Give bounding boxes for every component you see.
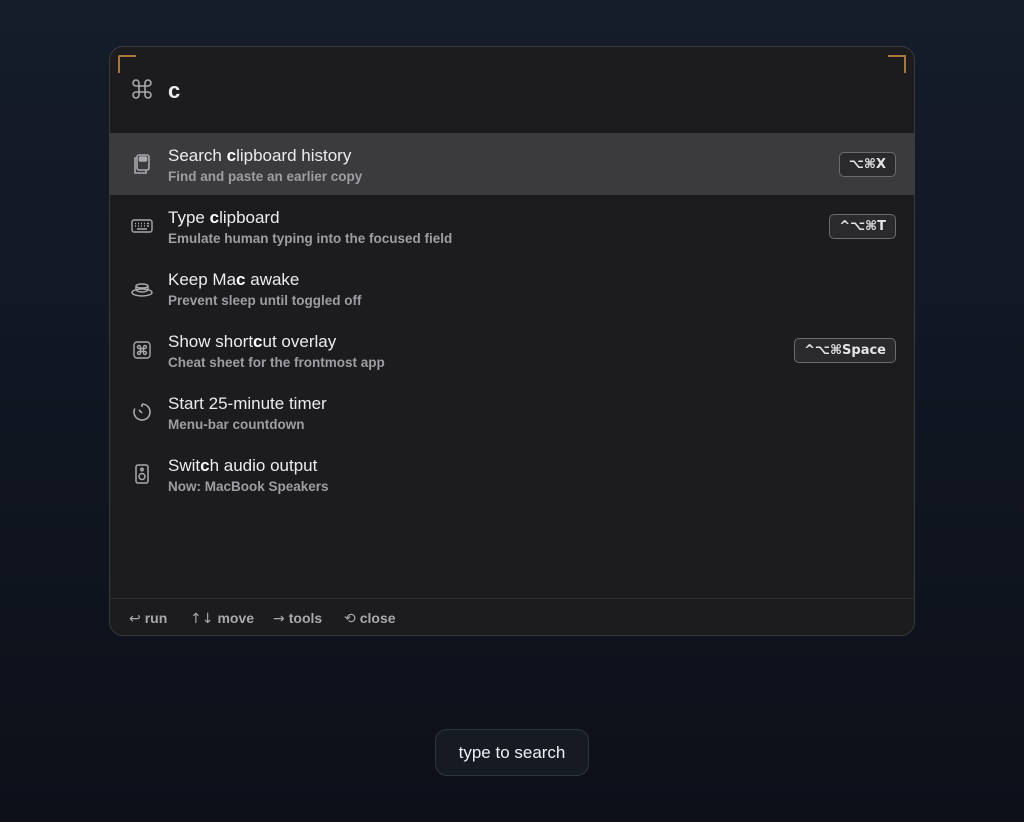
arrows-up-down-icon: ↑↓ <box>190 611 214 627</box>
hint-tools: → tools <box>273 610 323 627</box>
result-title: Keep Mac awake <box>168 270 300 289</box>
result-title: Type clipboard <box>168 208 280 227</box>
result-subtitle: Now: MacBook Speakers <box>168 479 329 494</box>
result-row-switch-audio-output[interactable]: Switch audio output Now: MacBook Speaker… <box>110 443 914 505</box>
coffee-cup-icon <box>130 276 154 300</box>
launcher-panel: c Search clipboard history Find and past… <box>109 46 915 636</box>
speaker-icon <box>130 462 154 486</box>
result-title: Search clipboard history <box>168 146 352 165</box>
shortcut-badge: ⌥⌘X <box>838 152 896 177</box>
command-icon <box>130 77 154 101</box>
results-list: Search clipboard history Find and paste … <box>110 133 914 505</box>
result-row-search-clipboard-history[interactable]: Search clipboard history Find and paste … <box>110 133 914 195</box>
arrow-right-icon: → <box>273 611 285 627</box>
clipboard-icon <box>130 152 154 176</box>
result-row-keep-mac-awake[interactable]: Keep Mac awake Prevent sleep until toggl… <box>110 257 914 319</box>
search-bar[interactable]: c <box>110 47 914 133</box>
timer-icon <box>130 400 154 424</box>
result-row-start-timer[interactable]: Start 25-minute timer Menu-bar countdown <box>110 381 914 443</box>
result-title: Switch audio output <box>168 456 318 475</box>
result-subtitle: Menu-bar countdown <box>168 417 305 432</box>
result-subtitle: Prevent sleep until toggled off <box>168 293 362 308</box>
footer-hints: ↩ run ↑↓ move → tools ⟲ close <box>110 598 914 635</box>
escape-icon: ⟲ <box>344 611 356 627</box>
result-subtitle: Cheat sheet for the frontmost app <box>168 355 385 370</box>
result-subtitle: Emulate human typing into the focused fi… <box>168 231 453 246</box>
result-title: Show shortcut overlay <box>168 332 337 351</box>
command-key-icon <box>130 338 154 362</box>
shortcut-badge: ^⌥⌘T <box>829 214 896 239</box>
result-subtitle: Find and paste an earlier copy <box>168 169 363 184</box>
search-input[interactable]: c <box>168 78 181 104</box>
shortcut-badge: ^⌥⌘Space <box>794 338 896 363</box>
result-row-type-clipboard[interactable]: Type clipboard Emulate human typing into… <box>110 195 914 257</box>
type-to-search-pill: type to search <box>435 729 589 776</box>
hint-close: ⟲ close <box>344 610 396 627</box>
hint-run: ↩ run <box>129 610 168 627</box>
keyboard-icon <box>130 214 154 238</box>
result-title: Start 25-minute timer <box>168 394 327 413</box>
hint-move: ↑↓ move <box>190 610 255 627</box>
return-icon: ↩ <box>129 611 141 627</box>
result-row-show-shortcut-overlay[interactable]: Show shortcut overlay Cheat sheet for th… <box>110 319 914 381</box>
